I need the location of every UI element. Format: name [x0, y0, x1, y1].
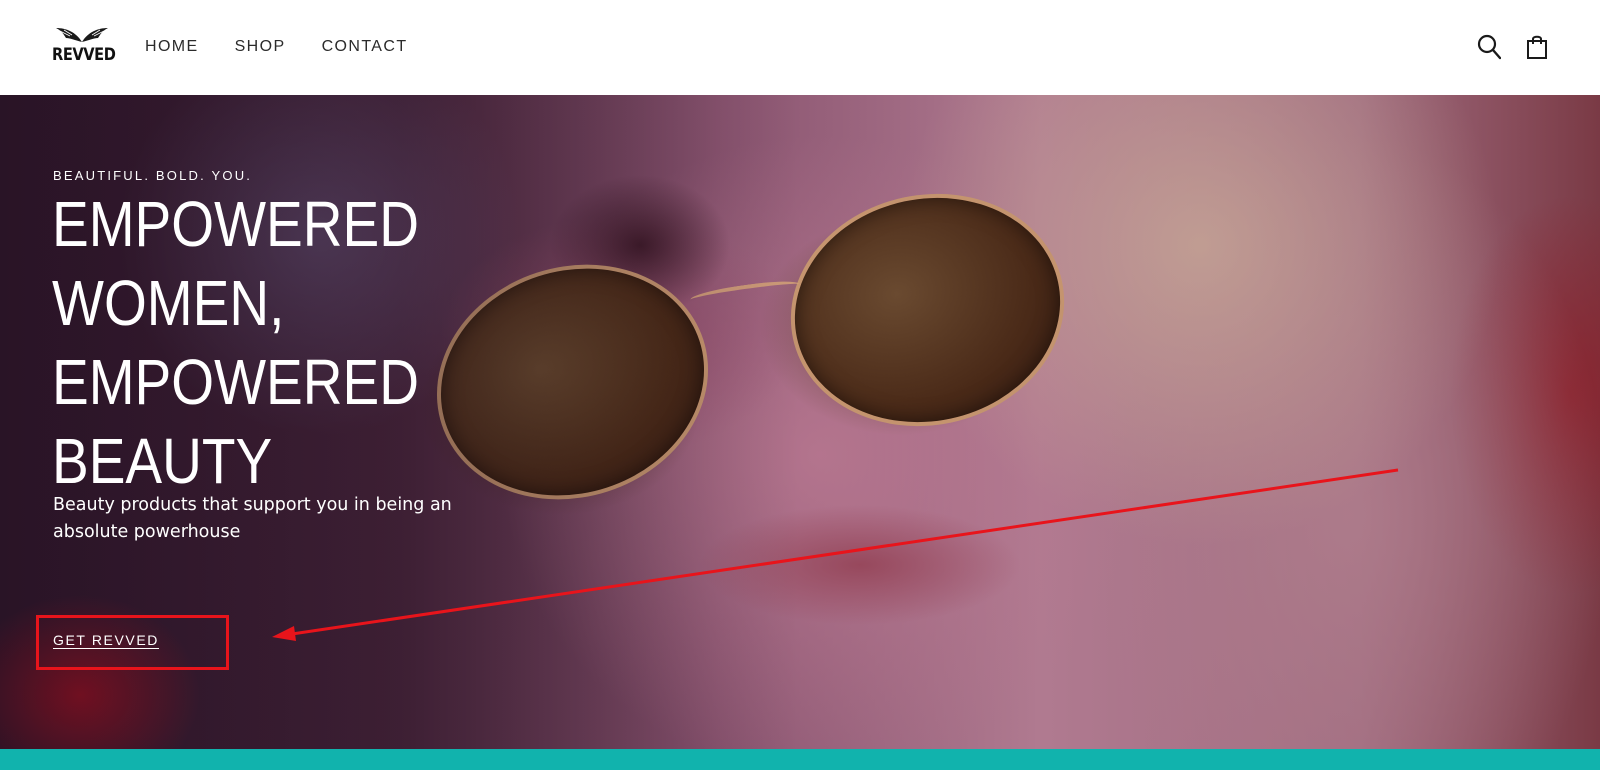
annotation-highlight-box: [36, 615, 229, 670]
wings-icon: [56, 28, 108, 42]
logo-text: REVVED: [52, 45, 116, 65]
site-header: REVVED HOME SHOP CONTACT: [0, 0, 1600, 95]
nav-home[interactable]: HOME: [145, 38, 199, 56]
hero-subtext: Beauty products that support you in bein…: [53, 495, 452, 542]
hero-banner: BEAUTIFUL. BOLD. YOU. EMPOWERED WOMEN, E…: [0, 95, 1600, 749]
headline-line: EMPOWERED: [52, 346, 419, 418]
hero-eyebrow: BEAUTIFUL. BOLD. YOU.: [53, 168, 253, 183]
footer-band: [0, 749, 1600, 770]
nav-shop[interactable]: SHOP: [235, 38, 286, 56]
search-icon[interactable]: [1477, 34, 1502, 60]
main-nav: HOME SHOP CONTACT: [145, 38, 444, 56]
headline-line: EMPOWERED: [52, 188, 419, 260]
revved-logo[interactable]: REVVED: [52, 26, 116, 70]
shopping-bag-icon[interactable]: [1526, 34, 1548, 60]
headline-line: WOMEN,: [52, 267, 285, 339]
hero-headline: EMPOWERED WOMEN, EMPOWERED BEAUTY: [52, 185, 419, 501]
headline-line: BEAUTY: [52, 425, 273, 497]
nav-contact[interactable]: CONTACT: [322, 38, 408, 56]
